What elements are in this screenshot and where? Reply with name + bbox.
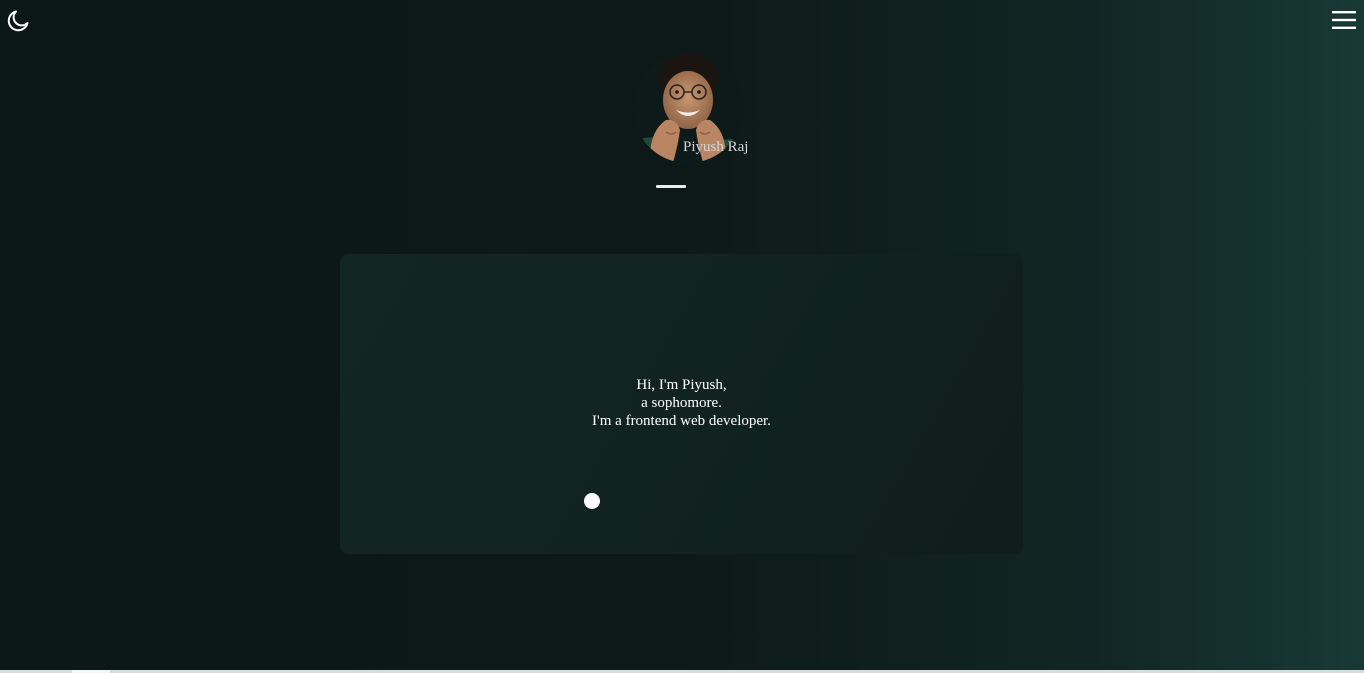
hero-line-greeting: Hi, I'm Piyush, — [636, 377, 727, 393]
profile-header: Piyush Raj — [628, 50, 768, 195]
hero-line-year: a sophomore. — [641, 395, 722, 411]
hamburger-menu-icon — [1332, 11, 1356, 29]
profile-underline — [656, 185, 686, 188]
moon-icon — [7, 10, 29, 32]
cursor-dot — [584, 493, 600, 509]
hero-card: Hi, I'm Piyush, a sophomore. I'm a front… — [340, 254, 1023, 554]
profile-name: Piyush Raj — [683, 139, 749, 155]
hero-intro: Hi, I'm Piyush, a sophomore. I'm a front… — [340, 376, 1023, 430]
theme-toggle-button[interactable] — [5, 8, 31, 34]
menu-button[interactable] — [1332, 10, 1356, 30]
hero-line-role: I'm a frontend web developer. — [592, 413, 771, 429]
